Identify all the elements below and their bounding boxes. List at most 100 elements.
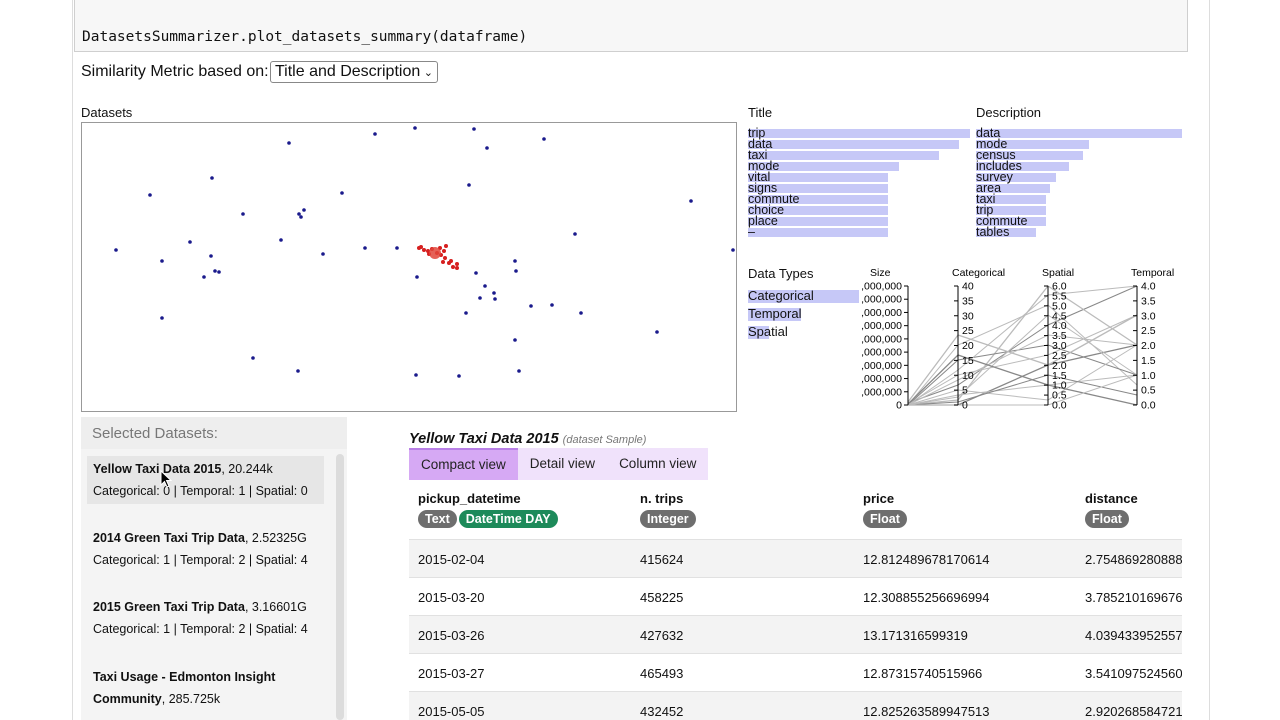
- dataset-point[interactable]: [529, 304, 533, 308]
- dataset-point[interactable]: [485, 146, 489, 150]
- selected-dataset-point[interactable]: [451, 265, 455, 269]
- dataset-point[interactable]: [241, 212, 245, 216]
- dataset-point[interactable]: [251, 356, 255, 360]
- dataset-point[interactable]: [114, 248, 118, 252]
- dataset-point[interactable]: [287, 141, 291, 145]
- dataset-point[interactable]: [493, 297, 497, 301]
- column-header[interactable]: n. trips: [640, 491, 683, 506]
- dataset-point[interactable]: [202, 275, 206, 279]
- dataset-point[interactable]: [340, 191, 344, 195]
- dataset-point[interactable]: [363, 246, 367, 250]
- selected-dataset-point[interactable]: [442, 249, 446, 253]
- dataset-point[interactable]: [573, 232, 577, 236]
- axis-tick-label: 5,000,000,000: [862, 333, 902, 345]
- selected-dataset-point[interactable]: [455, 266, 459, 270]
- dataset-point[interactable]: [209, 254, 213, 258]
- selected-dataset-point[interactable]: [422, 248, 426, 252]
- dataset-point[interactable]: [542, 137, 546, 141]
- dataset-point[interactable]: [160, 316, 164, 320]
- dataset-name: Yellow Taxi Data 2015: [409, 431, 559, 447]
- table-row: 2015-05-05 432452 12.825263589947513 2.9202…: [409, 691, 1182, 720]
- selected-item-name: 2015 Green Taxi Trip Data: [93, 600, 245, 614]
- column-types: Float: [1085, 510, 1129, 528]
- column-header[interactable]: distance: [1085, 491, 1138, 506]
- desc-bars-title: Description: [976, 105, 1042, 120]
- dataset-point[interactable]: [210, 176, 214, 180]
- table-cell: 12.825263589947513: [863, 704, 990, 719]
- dataset-point[interactable]: [513, 338, 517, 342]
- dataset-point[interactable]: [492, 291, 496, 295]
- dataset-point[interactable]: [373, 132, 377, 136]
- dataset-point[interactable]: [296, 369, 300, 373]
- dataset-point[interactable]: [467, 183, 471, 187]
- dataset-point[interactable]: [414, 373, 418, 377]
- type-badge: Text: [418, 510, 457, 528]
- selected-dataset-point[interactable]: [419, 245, 423, 249]
- selected-dataset-point[interactable]: [443, 256, 447, 260]
- selected-dataset-point[interactable]: [444, 244, 448, 248]
- tab-compact-view[interactable]: Compact view: [409, 448, 518, 480]
- word-label: tables: [976, 225, 1010, 239]
- dataset-point[interactable]: [395, 246, 399, 250]
- selected-dataset-point[interactable]: [449, 259, 453, 263]
- selected-item[interactable]: 2014 Green Taxi Trip Data, 2.52325G Cate…: [87, 525, 324, 573]
- dataset-point[interactable]: [513, 259, 517, 263]
- dataset-point[interactable]: [297, 212, 301, 216]
- axis-tick-label: 1,000,000,000: [862, 386, 902, 398]
- selected-scrollbar[interactable]: [336, 454, 344, 720]
- dataset-point[interactable]: [731, 248, 735, 252]
- selected-item[interactable]: 2015 Green Taxi Trip Data, 3.16601G Cate…: [87, 594, 324, 642]
- dataset-point[interactable]: [483, 284, 487, 288]
- scatter-plot[interactable]: [81, 122, 737, 412]
- metric-select[interactable]: Title and Description ⌄: [270, 61, 438, 83]
- dataset-point[interactable]: [514, 269, 518, 273]
- selected-item-meta: Categorical: 0 | Temporal: 1 | Spatial: …: [93, 484, 308, 498]
- axis-title: Size: [870, 267, 891, 279]
- dataset-point[interactable]: [472, 127, 476, 131]
- axis-tick-label: 20: [962, 340, 974, 352]
- dataset-line: [907, 314, 1138, 406]
- dataset-point[interactable]: [299, 215, 303, 219]
- dataset-point[interactable]: [217, 270, 221, 274]
- table-cell: 2015-03-20: [418, 590, 485, 605]
- tab-detail-view[interactable]: Detail view: [517, 448, 608, 480]
- column-header[interactable]: price: [863, 491, 894, 506]
- parallel-coordinates[interactable]: Size 9,000,000,0008,000,000,0007,000,000,…: [862, 262, 1184, 414]
- selected-item-meta: Categorical: 1 | Temporal: 2 | Spatial: …: [93, 622, 308, 636]
- dataset-point[interactable]: [474, 271, 478, 275]
- metric-select-value: Title and Description: [275, 63, 421, 80]
- dataset-point[interactable]: [213, 269, 217, 273]
- highlighted-dataset-point[interactable]: [429, 247, 441, 259]
- dataset-point[interactable]: [478, 296, 482, 300]
- dataset-point[interactable]: [413, 126, 417, 130]
- selected-item-size: , 285.725k: [161, 692, 221, 706]
- dataset-point[interactable]: [279, 238, 283, 242]
- axis-tick-label: 2.0: [1141, 340, 1156, 352]
- word-label: –: [748, 225, 755, 239]
- dataset-point[interactable]: [550, 303, 554, 307]
- selected-item-name: Yellow Taxi Data 2015: [93, 462, 222, 476]
- selected-dataset-point[interactable]: [441, 260, 445, 264]
- dataset-point[interactable]: [579, 311, 583, 315]
- dataset-point[interactable]: [160, 259, 164, 263]
- dataset-point[interactable]: [464, 311, 468, 315]
- dataset-point[interactable]: [302, 208, 306, 212]
- type-label: Spatial: [748, 324, 788, 339]
- dataset-point[interactable]: [517, 369, 521, 373]
- dataset-point[interactable]: [415, 275, 419, 279]
- dataset-point[interactable]: [148, 193, 152, 197]
- selected-dataset-point[interactable]: [455, 262, 459, 266]
- selected-item[interactable]: Yellow Taxi Data 2015, 20.244k Categoric…: [87, 456, 324, 504]
- dataset-point[interactable]: [655, 330, 659, 334]
- dataset-point[interactable]: [188, 240, 192, 244]
- column-header[interactable]: pickup_datetime: [418, 491, 521, 506]
- dataset-point[interactable]: [689, 199, 693, 203]
- table-cell: 12.812489678170614: [863, 552, 990, 567]
- selected-item[interactable]: Taxi Usage - Edmonton Insight Community,…: [87, 664, 317, 712]
- type-badge: Float: [863, 510, 907, 528]
- dataset-point[interactable]: [321, 252, 325, 256]
- tab-column-view[interactable]: Column view: [607, 448, 709, 480]
- axis-tick-label: 0: [896, 400, 902, 412]
- dataset-point[interactable]: [457, 374, 461, 378]
- table-cell: 2015-03-27: [418, 666, 485, 681]
